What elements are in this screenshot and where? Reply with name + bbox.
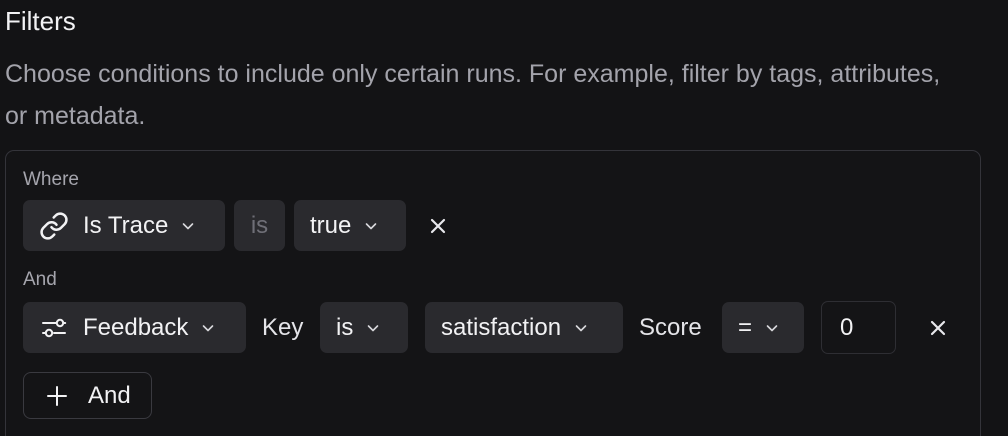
chevron-down-icon <box>180 218 196 234</box>
remove-condition-button[interactable] <box>923 313 953 343</box>
link-icon <box>39 211 69 241</box>
close-icon <box>929 319 947 337</box>
key-operator-select[interactable]: is <box>320 302 408 353</box>
feedback-key-label: satisfaction <box>441 313 562 341</box>
add-and-label: And <box>88 381 131 409</box>
chevron-down-icon <box>365 320 381 336</box>
filters-description: Choose conditions to include only certai… <box>5 60 941 130</box>
where-label: Where <box>23 169 79 190</box>
remove-condition-button[interactable] <box>423 211 453 241</box>
key-operator-label: is <box>336 313 354 341</box>
feedback-key-select[interactable]: satisfaction <box>425 302 623 353</box>
filters-root: Filters Choose conditions to include onl… <box>0 0 1008 436</box>
close-icon <box>429 217 447 235</box>
chevron-down-icon <box>363 218 379 234</box>
and-label: And <box>23 269 57 290</box>
sliders-icon <box>39 316 69 340</box>
key-label: Key <box>262 313 304 341</box>
filter-conditions-panel: Where Is Trace is true And Feedback Key … <box>5 150 981 436</box>
chevron-down-icon <box>200 320 216 336</box>
score-value-input[interactable] <box>821 301 896 354</box>
add-and-condition-button[interactable]: And <box>23 372 152 419</box>
operator-is-static: is <box>234 200 285 251</box>
score-label: Score <box>639 313 702 341</box>
field-select-label: Is Trace <box>83 211 169 239</box>
plus-icon <box>46 385 68 407</box>
score-operator-select[interactable]: = <box>722 302 804 353</box>
value-select-label: true <box>310 211 352 239</box>
chevron-down-icon <box>764 320 780 336</box>
field-select-label: Feedback <box>83 313 189 341</box>
field-select-is-trace[interactable]: Is Trace <box>23 200 225 251</box>
field-select-feedback[interactable]: Feedback <box>23 302 246 353</box>
filters-title: Filters <box>5 6 76 36</box>
value-select-true[interactable]: true <box>294 200 406 251</box>
score-operator-label: = <box>738 313 753 341</box>
chevron-down-icon <box>573 320 589 336</box>
